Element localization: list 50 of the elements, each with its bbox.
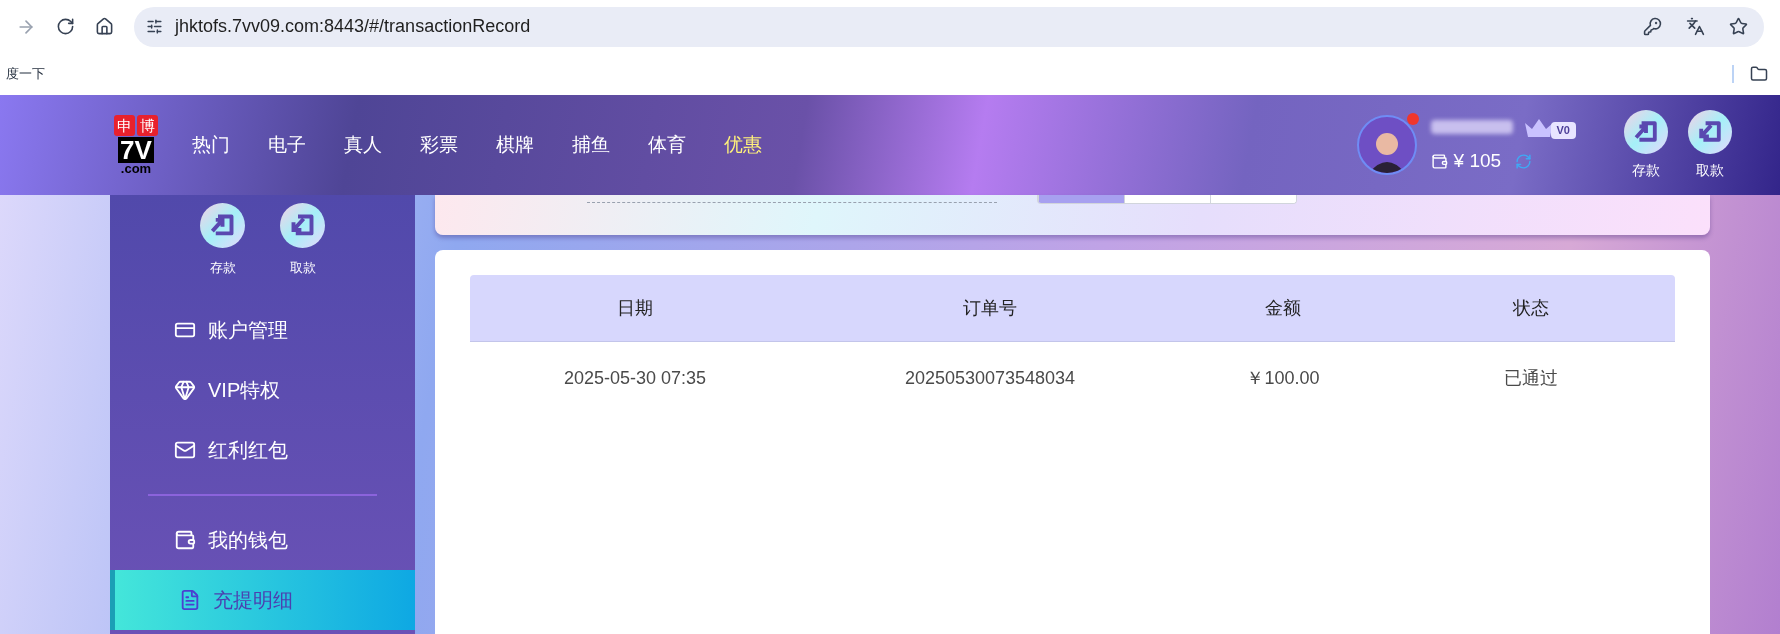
sidebar-menu-item[interactable]: 充提明细 <box>110 569 415 630</box>
sidebar-menu-item[interactable]: 红利红包 <box>110 419 415 480</box>
document-icon <box>179 588 201 611</box>
nav-link[interactable]: 热门 <box>192 130 230 160</box>
nav-link[interactable]: 真人 <box>344 130 382 160</box>
table-cell-text: ￥100.00 <box>1245 366 1321 390</box>
sidebar-action-button[interactable]: 取款 <box>280 203 325 278</box>
bookmark-star-icon[interactable] <box>1729 17 1748 36</box>
logo[interactable]: 申 博 7V .com <box>112 115 160 175</box>
address-bar[interactable]: jhktofs.7vv09.com:8443/#/transactionRecord <box>134 6 1764 47</box>
sidebar-menu-item[interactable]: 账户管理 <box>110 299 415 360</box>
table-cell-text: 2025-05-30 07:35 <box>562 366 708 390</box>
logo-mark: 7V <box>118 137 154 163</box>
column-header: 日期 <box>616 296 654 320</box>
wallet-icon <box>174 528 196 551</box>
deposit-icon <box>1624 109 1668 154</box>
nav-link[interactable]: 优惠 <box>724 130 762 160</box>
key-icon[interactable] <box>1643 17 1662 36</box>
bookmark-link[interactable]: 度一下 <box>6 64 45 84</box>
reload-icon[interactable] <box>56 17 75 36</box>
column-header: 订单号 <box>962 296 1018 320</box>
logo-character: 申 <box>114 115 135 136</box>
url-text: jhktofs.7vv09.com:8443/#/transactionRecord <box>175 15 531 38</box>
translate-icon[interactable] <box>1686 17 1705 36</box>
table-cell-text: 20250530073548034 <box>903 366 1077 390</box>
nav-link[interactable]: 体育 <box>648 130 686 160</box>
deposit-icon <box>200 203 245 248</box>
header-action-button[interactable]: 取款 <box>1688 109 1732 181</box>
diamond-icon <box>174 378 196 401</box>
column-header: 状态 <box>1511 296 1550 320</box>
column-header: 金额 <box>1264 296 1302 320</box>
balance-text: ¥ 105 <box>1453 148 1502 173</box>
home-icon[interactable] <box>95 17 114 36</box>
nav-link[interactable]: 捕鱼 <box>572 130 610 160</box>
nav-link[interactable]: 棋牌 <box>496 130 534 160</box>
withdraw-icon <box>280 203 325 248</box>
nav-link[interactable]: 电子 <box>268 130 306 160</box>
vip-badge: V0 <box>1522 114 1576 139</box>
site-settings-icon[interactable] <box>146 18 163 35</box>
wallet-icon <box>1430 152 1448 170</box>
logo-character: 博 <box>137 115 158 136</box>
folder-icon[interactable] <box>1750 65 1768 83</box>
withdraw-icon <box>1688 109 1732 154</box>
sidebar-menu-item[interactable]: 我的钱包 <box>110 509 415 570</box>
logo-domain: .com <box>120 163 152 175</box>
header-action-button[interactable]: 存款 <box>1624 109 1668 181</box>
sidebar-menu-item[interactable]: VIP特权 <box>110 359 415 420</box>
nav-link[interactable]: 彩票 <box>420 130 458 160</box>
sidebar-action-button[interactable]: 存款 <box>200 203 245 278</box>
table-cell-text: 已通过 <box>1502 366 1559 390</box>
